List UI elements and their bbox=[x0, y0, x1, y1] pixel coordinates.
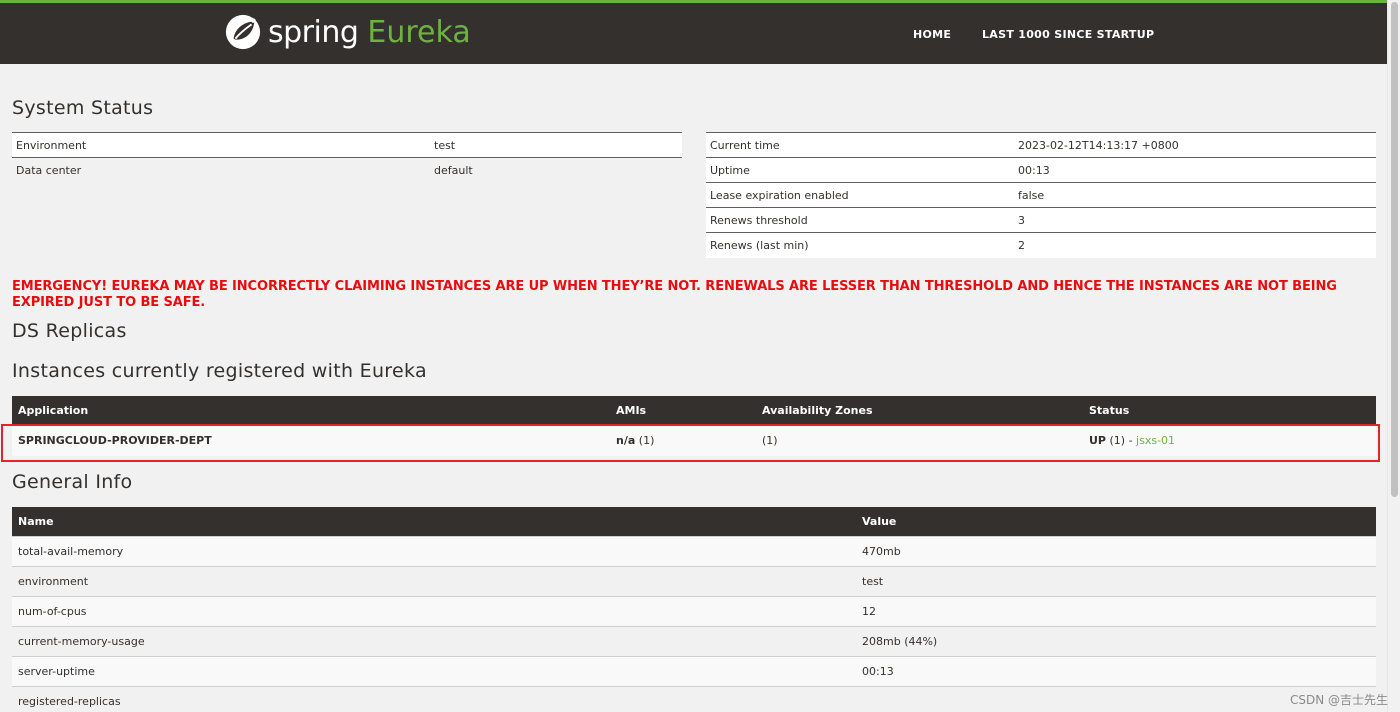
general-info-header-row: Name Value bbox=[12, 507, 1376, 536]
status-row-lease-expiration: Lease expiration enabled false bbox=[706, 182, 1376, 208]
spring-eureka-logo[interactable]: spring Eureka bbox=[224, 11, 471, 53]
status-label: Environment bbox=[12, 132, 430, 158]
column-header-name: Name bbox=[12, 507, 856, 536]
instances-table: Application AMIs Availability Zones Stat… bbox=[12, 396, 1376, 456]
amis-cell: n/a (1) bbox=[610, 424, 756, 456]
ds-replicas-heading: DS Replicas bbox=[12, 320, 127, 342]
column-header-availability-zones: Availability Zones bbox=[756, 396, 1083, 425]
instance-row: SPRINGCLOUD-PROVIDER-DEPT n/a (1) (1) UP… bbox=[12, 424, 1376, 456]
csdn-watermark: CSDN @吉士先生 bbox=[1290, 693, 1389, 707]
instances-heading: Instances currently registered with Eure… bbox=[12, 360, 427, 382]
status-row-current-time: Current time 2023-02-12T14:13:17 +0800 bbox=[706, 132, 1376, 158]
status-value: test bbox=[430, 132, 682, 158]
status-row-renews-last-min: Renews (last min) 2 bbox=[706, 232, 1376, 258]
status-label: Lease expiration enabled bbox=[706, 182, 1014, 208]
column-header-amis: AMIs bbox=[610, 396, 756, 425]
general-info-table: Name Value total-avail-memory 470mb envi… bbox=[12, 507, 1376, 712]
scrollbar-thumb[interactable] bbox=[1391, 2, 1398, 497]
table-row: environment test bbox=[12, 565, 1376, 596]
info-name: total-avail-memory bbox=[12, 535, 856, 566]
info-name: registered-replicas bbox=[12, 685, 856, 712]
status-value: 00:13 bbox=[1014, 157, 1376, 183]
status-count: (1) - bbox=[1106, 434, 1137, 448]
table-row: registered-replicas bbox=[12, 685, 1376, 712]
info-name: num-of-cpus bbox=[12, 595, 856, 626]
column-header-value: Value bbox=[856, 507, 1376, 536]
application-name: SPRINGCLOUD-PROVIDER-DEPT bbox=[12, 424, 610, 456]
brand-eureka-text: Eureka bbox=[367, 14, 471, 50]
system-status-right-table: Current time 2023-02-12T14:13:17 +0800 U… bbox=[706, 132, 1376, 258]
top-navbar: spring Eureka HOME LAST 1000 SINCE START… bbox=[0, 0, 1387, 64]
status-up: UP bbox=[1089, 434, 1106, 448]
status-row-environment: Environment test bbox=[12, 132, 682, 158]
info-name: server-uptime bbox=[12, 655, 856, 686]
column-header-status: Status bbox=[1083, 396, 1376, 425]
status-label: Renews threshold bbox=[706, 207, 1014, 233]
system-status-left-table: Environment test Data center default bbox=[12, 132, 682, 183]
brand-spring-text: spring bbox=[268, 14, 359, 50]
ami-value: n/a bbox=[616, 434, 636, 448]
vertical-scrollbar[interactable] bbox=[1387, 0, 1400, 712]
availability-zones-cell: (1) bbox=[756, 424, 1083, 456]
status-value: default bbox=[430, 157, 682, 183]
status-value: false bbox=[1014, 182, 1376, 208]
emergency-warning: EMERGENCY! EUREKA MAY BE INCORRECTLY CLA… bbox=[12, 279, 1337, 310]
spring-leaf-icon bbox=[225, 14, 261, 50]
status-label: Uptime bbox=[706, 157, 1014, 183]
status-row-data-center: Data center default bbox=[12, 157, 682, 183]
status-value: 3 bbox=[1014, 207, 1376, 233]
nav-home-link[interactable]: HOME bbox=[913, 28, 951, 41]
nav-last-1000-link[interactable]: LAST 1000 SINCE STARTUP bbox=[982, 28, 1154, 41]
table-row: num-of-cpus 12 bbox=[12, 595, 1376, 626]
instances-header-row: Application AMIs Availability Zones Stat… bbox=[12, 396, 1376, 425]
info-value: 12 bbox=[856, 595, 1376, 626]
info-name: current-memory-usage bbox=[12, 625, 856, 656]
table-row: total-avail-memory 470mb bbox=[12, 535, 1376, 566]
status-label: Renews (last min) bbox=[706, 232, 1014, 258]
system-status-heading: System Status bbox=[12, 97, 154, 119]
status-value: 2023-02-12T14:13:17 +0800 bbox=[1014, 132, 1376, 158]
status-label: Data center bbox=[12, 157, 430, 183]
info-value: 00:13 bbox=[856, 655, 1376, 686]
status-cell: UP (1) - jsxs-01 bbox=[1083, 424, 1376, 456]
status-row-renews-threshold: Renews threshold 3 bbox=[706, 207, 1376, 233]
ami-count: (1) bbox=[635, 434, 655, 448]
status-row-uptime: Uptime 00:13 bbox=[706, 157, 1376, 183]
general-info-heading: General Info bbox=[12, 471, 133, 493]
info-value: test bbox=[856, 565, 1376, 596]
status-label: Current time bbox=[706, 132, 1014, 158]
info-value: 470mb bbox=[856, 535, 1376, 566]
column-header-application: Application bbox=[12, 396, 610, 425]
table-row: server-uptime 00:13 bbox=[12, 655, 1376, 686]
info-value: 208mb (44%) bbox=[856, 625, 1376, 656]
instance-link[interactable]: jsxs-01 bbox=[1136, 434, 1175, 447]
status-value: 2 bbox=[1014, 232, 1376, 258]
table-row: current-memory-usage 208mb (44%) bbox=[12, 625, 1376, 656]
info-name: environment bbox=[12, 565, 856, 596]
